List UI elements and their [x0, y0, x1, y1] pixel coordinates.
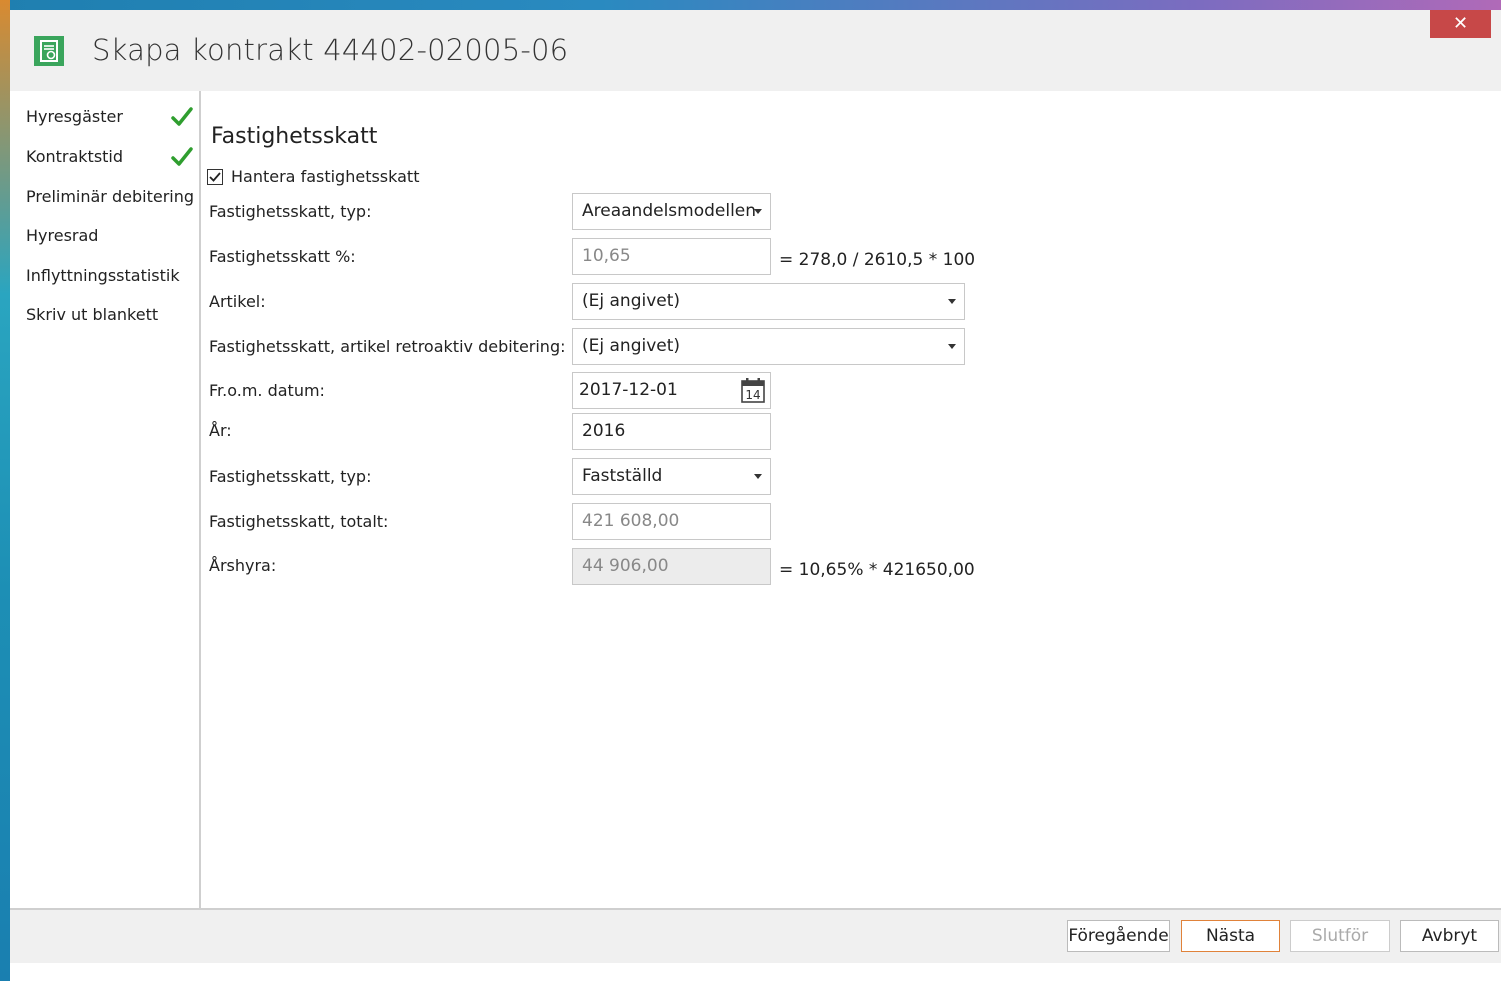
tax-type-label: Fastighetsskatt, typ:	[209, 202, 372, 221]
checkmark-icon	[171, 147, 193, 166]
nav-item-hyresrad[interactable]: Hyresrad	[26, 226, 98, 245]
calendar-icon[interactable]: 14	[740, 377, 766, 404]
next-button[interactable]: Nästa	[1181, 920, 1280, 952]
annual-rent-field: 44 906,00	[572, 548, 771, 585]
retro-article-value: (Ej angivet)	[582, 336, 681, 356]
section-title: Fastighetsskatt	[211, 124, 378, 149]
article-value: (Ej angivet)	[582, 291, 681, 311]
retro-article-label: Fastighetsskatt, artikel retroaktiv debi…	[209, 337, 566, 356]
checkbox-checked-icon	[209, 172, 221, 182]
desktop-background-left	[0, 0, 10, 981]
chevron-down-icon	[754, 474, 762, 479]
finish-button[interactable]: Slutför	[1290, 920, 1390, 952]
tax-total-field[interactable]: 421 608,00	[572, 503, 771, 540]
chevron-down-icon	[948, 344, 956, 349]
chevron-down-icon	[948, 299, 956, 304]
tax-type-2-dropdown[interactable]: Fastställd	[572, 458, 771, 495]
year-field[interactable]: 2016	[572, 413, 771, 450]
checkmark-icon	[171, 107, 193, 126]
form-content: Fastighetsskatt Hantera fastighetsskatt …	[201, 91, 1501, 908]
article-dropdown[interactable]: (Ej angivet)	[572, 283, 965, 320]
wizard-step-nav: Hyresgäster Kontraktstid Preliminär debi…	[10, 91, 201, 908]
nav-item-kontraktstid[interactable]: Kontraktstid	[26, 147, 123, 166]
contract-document-icon	[34, 36, 64, 66]
tax-type-2-value: Fastställd	[582, 466, 663, 486]
annual-rent-label: Årshyra:	[209, 556, 277, 575]
from-date-field[interactable]: 2017-12-01 14	[572, 372, 771, 409]
from-date-value: 2017-12-01	[579, 380, 678, 400]
tax-type-value: Areaandelsmodellen	[582, 201, 757, 221]
tax-percent-label: Fastighetsskatt %:	[209, 247, 356, 266]
dialog-window: Skapa kontrakt 44402-02005-06 ✕ Hyresgäs…	[10, 10, 1501, 981]
wizard-footer: Föregående Nästa Slutför Avbryt	[10, 908, 1501, 963]
tax-percent-formula: = 278,0 / 2610,5 * 100	[779, 250, 976, 270]
nav-item-hyresgaster[interactable]: Hyresgäster	[26, 107, 123, 126]
close-button[interactable]: ✕	[1430, 10, 1491, 38]
tax-total-label: Fastighetsskatt, totalt:	[209, 512, 389, 531]
chevron-down-icon	[754, 209, 762, 214]
title-bar: Skapa kontrakt 44402-02005-06 ✕	[10, 10, 1501, 91]
article-label: Artikel:	[209, 292, 266, 311]
svg-text:14: 14	[745, 388, 760, 402]
previous-button[interactable]: Föregående	[1067, 920, 1170, 952]
nav-item-inflyttningsstatistik[interactable]: Inflyttningsstatistik	[26, 266, 180, 285]
retro-article-dropdown[interactable]: (Ej angivet)	[572, 328, 965, 365]
window-bottom-edge	[10, 963, 1501, 981]
tax-percent-field[interactable]: 10,65	[572, 238, 771, 275]
manage-tax-checkbox[interactable]	[207, 169, 223, 185]
tax-type-dropdown[interactable]: Areaandelsmodellen	[572, 193, 771, 230]
tax-type-2-label: Fastighetsskatt, typ:	[209, 467, 372, 486]
year-label: År:	[209, 421, 232, 440]
nav-item-skriv-ut-blankett[interactable]: Skriv ut blankett	[26, 305, 158, 324]
window-title: Skapa kontrakt 44402-02005-06	[92, 33, 569, 67]
from-date-label: Fr.o.m. datum:	[209, 381, 325, 400]
cancel-button[interactable]: Avbryt	[1400, 920, 1499, 952]
annual-rent-formula: = 10,65% * 421650,00	[779, 560, 975, 580]
nav-item-preliminar-debitering[interactable]: Preliminär debitering	[26, 187, 194, 206]
desktop-background-top	[0, 0, 1501, 10]
manage-tax-label: Hantera fastighetsskatt	[231, 167, 420, 186]
